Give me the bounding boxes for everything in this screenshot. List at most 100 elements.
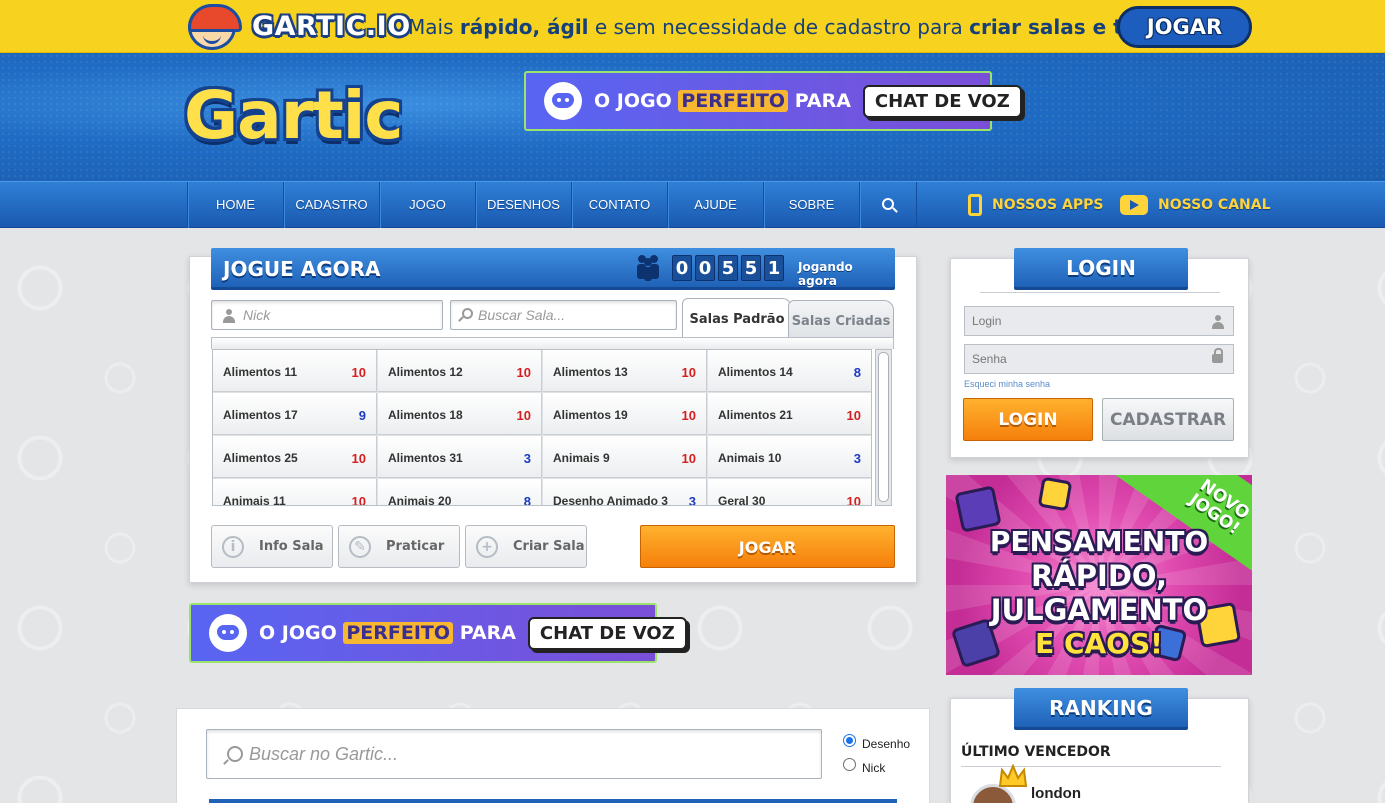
tab-created-rooms[interactable]: Salas Criadas <box>788 300 894 338</box>
play-button[interactable]: JOGAR <box>640 525 895 568</box>
room-player-count: 9 <box>358 408 366 423</box>
gartic-io-logo[interactable]: GARTIC.IO <box>252 11 411 42</box>
room-name: Alimentos 31 <box>388 451 463 465</box>
nav-sobre[interactable]: SOBRE <box>763 182 859 228</box>
search-icon <box>882 197 894 210</box>
room-item[interactable]: Alimentos 13 10 <box>543 350 707 392</box>
register-button[interactable]: CADASTRAR <box>1102 398 1234 441</box>
room-item[interactable]: Alimentos 17 9 <box>213 393 377 435</box>
youtube-play-icon <box>1120 195 1148 215</box>
site-search-bottom-bar <box>209 799 897 803</box>
sticker-icon <box>1037 476 1073 512</box>
nav-cadastro[interactable]: CADASTRO <box>283 182 379 228</box>
discord-icon <box>544 82 582 120</box>
room-name: Animais 20 <box>388 494 452 506</box>
room-item[interactable]: Alimentos 21 10 <box>708 393 871 435</box>
room-item[interactable]: Alimentos 14 8 <box>708 350 871 392</box>
site-header: Gartic O JOGO PERFEITO PARA CHAT DE VOZ <box>0 53 1385 181</box>
room-name: Geral 30 <box>718 494 766 506</box>
ad-chip: CHAT DE VOZ <box>527 616 687 650</box>
room-name: Alimentos 21 <box>718 408 793 422</box>
ad-chip: CHAT DE VOZ <box>862 84 1022 118</box>
room-player-count: 10 <box>681 451 696 466</box>
room-search-input[interactable]: Buscar Sala... <box>450 300 677 330</box>
winner-name[interactable]: london <box>1031 785 1081 802</box>
forgot-password-link[interactable]: Esqueci minha senha <box>964 379 1050 389</box>
room-name: Alimentos 25 <box>223 451 298 465</box>
players-counter: 00551 <box>672 255 787 281</box>
plus-icon: + <box>476 536 498 558</box>
room-item[interactable]: Alimentos 25 10 <box>213 436 377 478</box>
login-panel-header: LOGIN <box>1014 248 1188 290</box>
pencil-icon: ✎ <box>349 536 371 558</box>
room-list: Alimentos 11 10 Alimentos 12 10 Alimentos 13… <box>212 349 872 506</box>
room-player-count: 10 <box>351 494 366 506</box>
room-item[interactable]: Geral 30 10 <box>708 479 871 506</box>
room-name: Alimentos 18 <box>388 408 463 422</box>
login-input[interactable]: Login <box>964 306 1234 336</box>
nav-desenhos[interactable]: DESENHOS <box>475 182 571 228</box>
user-icon <box>1211 315 1225 329</box>
site-search-input[interactable]: Buscar no Gartic... <box>206 729 822 779</box>
nav-ajude[interactable]: AJUDE <box>667 182 763 228</box>
scrollbar-thumb[interactable] <box>878 352 889 502</box>
room-item[interactable]: Animais 10 3 <box>708 436 871 478</box>
discord-icon <box>209 614 247 652</box>
discord-ad-banner[interactable]: O JOGO PERFEITO PARA CHAT DE VOZ <box>524 71 1022 131</box>
room-player-count: 10 <box>351 365 366 380</box>
players-icon <box>637 255 659 281</box>
radio-desenho[interactable] <box>843 734 856 747</box>
room-item[interactable]: Alimentos 12 10 <box>378 350 542 392</box>
room-player-count: 8 <box>853 365 861 380</box>
nav-search[interactable] <box>859 182 917 228</box>
room-player-count: 10 <box>516 408 531 423</box>
room-item[interactable]: Animais 20 8 <box>378 479 542 506</box>
room-name: Alimentos 17 <box>223 408 298 422</box>
nav-jogo[interactable]: JOGO <box>379 182 475 228</box>
players-counter-label: Jogando agora <box>798 260 853 288</box>
password-input[interactable]: Senha <box>964 344 1234 374</box>
room-item[interactable]: Animais 9 10 <box>543 436 707 478</box>
radio-nick[interactable] <box>843 758 856 771</box>
nav-home[interactable]: HOME <box>187 182 283 228</box>
info-room-button[interactable]: i Info Sala <box>211 525 333 568</box>
room-player-count: 10 <box>846 408 861 423</box>
gartic-logo[interactable]: Gartic <box>184 77 404 154</box>
info-icon: i <box>222 536 244 558</box>
nav-contato[interactable]: CONTATO <box>571 182 667 228</box>
nick-input[interactable]: Nick <box>211 300 443 330</box>
room-name: Animais 9 <box>553 451 610 465</box>
nav-channel-link[interactable]: NOSSO CANAL <box>1120 192 1271 218</box>
nav-apps-link[interactable]: NOSSOS APPS <box>968 192 1103 218</box>
practice-button[interactable]: ✎ Praticar <box>338 525 460 568</box>
room-list-top-edge <box>211 337 894 349</box>
room-item[interactable]: Desenho Animado 3 3 <box>543 479 707 506</box>
crown-icon <box>998 763 1028 790</box>
room-item[interactable]: Alimentos 31 3 <box>378 436 542 478</box>
promo-headline: PENSAMENTO RÁPIDO, JULGAMENTO E CAOS! <box>989 525 1209 660</box>
room-name: Animais 10 <box>718 451 782 465</box>
main-nav: HOME CADASTRO JOGO DESENHOS CONTATO AJUD… <box>0 181 1385 228</box>
new-game-promo[interactable]: NOVO JOGO! PENSAMENTO RÁPIDO, JULGAMENTO … <box>946 475 1252 675</box>
room-list-scrollbar[interactable] <box>875 349 892 506</box>
tab-default-rooms[interactable]: Salas Padrão <box>682 298 792 338</box>
create-room-button[interactable]: + Criar Sala <box>465 525 587 568</box>
ranking-title: RANKING <box>1049 696 1153 720</box>
divider <box>980 292 1220 293</box>
search-icon <box>462 308 473 319</box>
room-name: Desenho Animado 3 <box>553 494 668 506</box>
room-item[interactable]: Alimentos 19 10 <box>543 393 707 435</box>
room-item[interactable]: Animais 11 10 <box>213 479 377 506</box>
room-item[interactable]: Alimentos 18 10 <box>378 393 542 435</box>
radio-nick-label: Nick <box>862 761 886 775</box>
play-panel-header: JOGUE AGORA 00551 Jogando agora <box>211 248 895 290</box>
room-name: Alimentos 13 <box>553 365 628 379</box>
room-item[interactable]: Alimentos 11 10 <box>213 350 377 392</box>
discord-ad-banner-2[interactable]: O JOGO PERFEITO PARA CHAT DE VOZ <box>189 603 687 663</box>
room-player-count: 3 <box>688 494 696 506</box>
gartic-io-promo-bar[interactable]: GARTIC.IO Mais rápido, ágil e sem necess… <box>0 0 1385 53</box>
login-button[interactable]: LOGIN <box>963 398 1093 441</box>
promo-play-button[interactable]: JOGAR <box>1117 6 1252 48</box>
last-winner-label: ÚLTIMO VENCEDOR <box>961 744 1111 760</box>
radio-desenho-label: Desenho <box>862 737 911 751</box>
